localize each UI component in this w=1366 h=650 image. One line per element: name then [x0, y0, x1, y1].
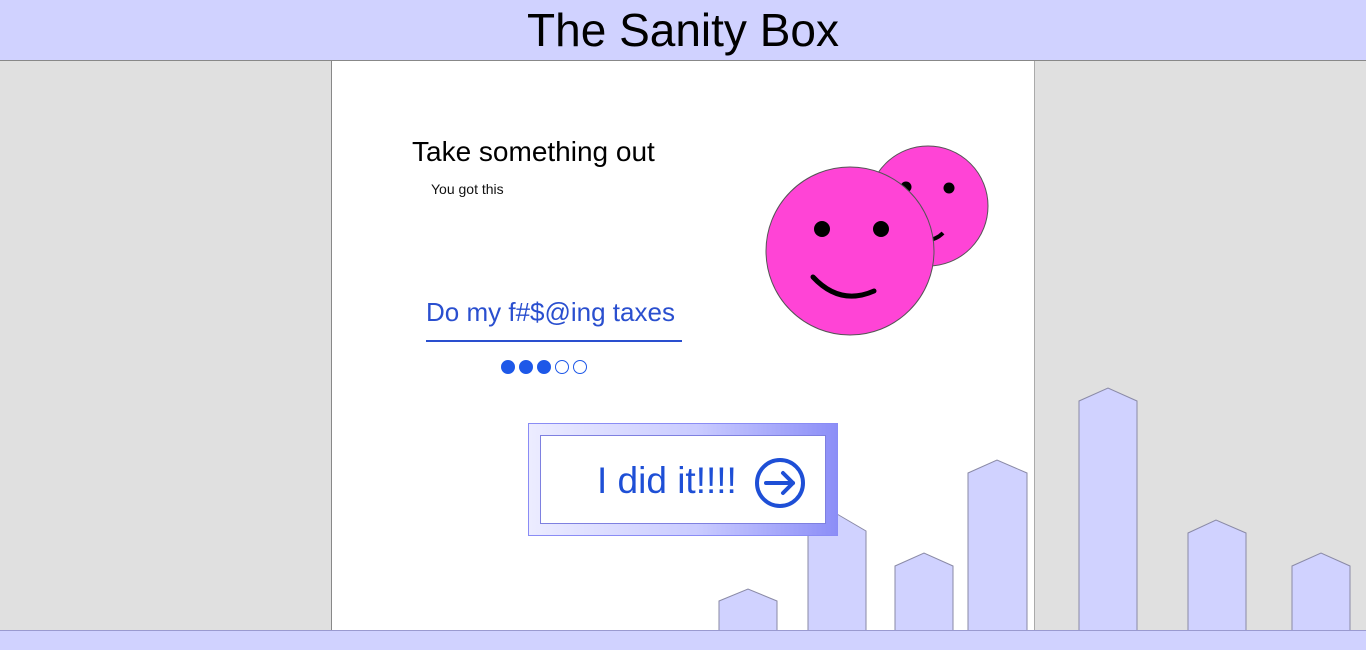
progress-dot-filled — [519, 360, 533, 374]
progress-dots — [501, 360, 587, 377]
smiley-faces-icon — [760, 140, 992, 345]
progress-dot-filled — [501, 360, 515, 374]
app-title: The Sanity Box — [527, 4, 839, 56]
progress-dot-empty — [555, 360, 569, 374]
progress-dot-empty — [573, 360, 587, 374]
left-gutter — [0, 61, 332, 630]
task-title: Do my f#$@ing taxes — [426, 297, 682, 342]
task-subtitle: You got this — [431, 181, 504, 197]
header-bar: The Sanity Box — [0, 0, 1366, 61]
progress-dot-filled — [537, 360, 551, 374]
arrow-right-circle-icon — [755, 458, 805, 508]
right-gutter — [1034, 61, 1366, 630]
done-button-inner[interactable]: I did it!!!! — [540, 435, 826, 524]
footer-bar — [0, 630, 1366, 650]
task-heading: Take something out — [412, 136, 655, 167]
page: The Sanity Box Take something out You go… — [0, 0, 1366, 650]
done-button[interactable]: I did it!!!! — [528, 423, 838, 536]
done-button-label: I did it!!!! — [597, 460, 737, 501]
